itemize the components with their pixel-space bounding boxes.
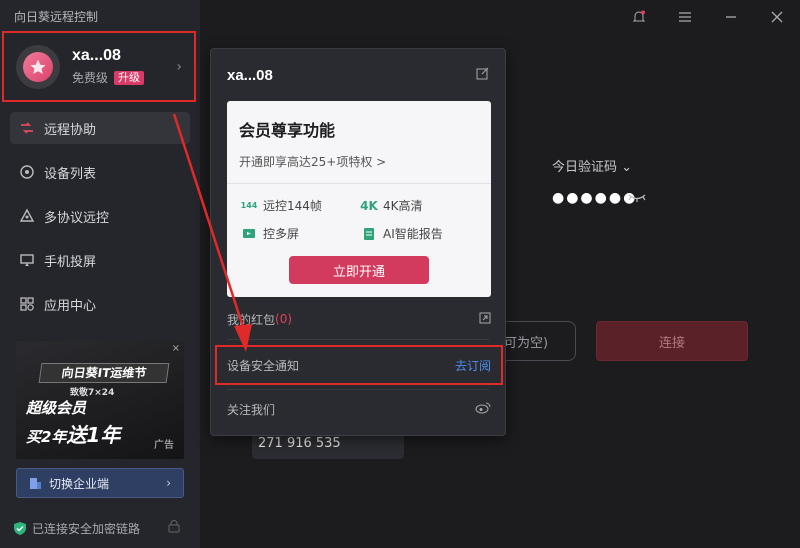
app-title: 向日葵远程控制 bbox=[14, 10, 99, 24]
report-icon bbox=[361, 227, 377, 241]
multi-screen-icon bbox=[241, 228, 257, 240]
feature-4k: 4K 4K高清 bbox=[360, 198, 423, 214]
chevron-right-icon: › bbox=[166, 476, 171, 490]
nav-label: 手机投屏 bbox=[44, 254, 97, 270]
nav-item-app-center[interactable]: 应用中心 bbox=[10, 288, 190, 320]
nav-item-remote-assist[interactable]: 远程协助 bbox=[10, 112, 190, 144]
vip-title: 会员尊享功能 bbox=[239, 121, 336, 140]
account-popup: xa...08 会员尊享功能 开通即享高达25+项特权 > 144 远控144帧… bbox=[210, 48, 506, 436]
external-link-icon bbox=[479, 312, 491, 327]
feature-fps: 144 远控144帧 bbox=[240, 199, 322, 213]
nav-label: 多协议远控 bbox=[44, 210, 110, 226]
switch-enterprise-label: 切换企业端 bbox=[49, 476, 110, 491]
avatar bbox=[16, 44, 60, 89]
app-center-icon bbox=[18, 295, 36, 313]
ad-offer: 买2年送1年 bbox=[26, 423, 121, 447]
follow-us-row[interactable]: 关注我们 bbox=[211, 389, 507, 429]
menu-icon[interactable] bbox=[676, 8, 694, 26]
profile-card[interactable]: xa...08 免费级 升级 › bbox=[2, 31, 196, 102]
ad-tag: 广告 bbox=[154, 440, 174, 451]
weibo-icon[interactable] bbox=[475, 401, 491, 417]
close-icon[interactable]: × bbox=[172, 343, 180, 354]
nav-item-screen-cast[interactable]: 手机投屏 bbox=[10, 244, 190, 276]
fps-icon: 144 bbox=[240, 200, 258, 210]
nav-item-multi-protocol[interactable]: 多协议远控 bbox=[10, 200, 190, 232]
nav-item-device-list[interactable]: 设备列表 bbox=[10, 156, 190, 188]
profile-name: xa...08 bbox=[72, 47, 121, 64]
screen-cast-icon bbox=[18, 251, 36, 269]
4k-icon: 4K bbox=[360, 198, 378, 213]
device-list-icon bbox=[18, 163, 36, 181]
nav-label: 设备列表 bbox=[44, 166, 97, 182]
chevron-right-icon: › bbox=[176, 59, 182, 75]
building-icon bbox=[30, 478, 41, 489]
star-icon bbox=[30, 59, 46, 74]
minimize-icon[interactable] bbox=[722, 8, 740, 26]
remote-assist-icon bbox=[18, 119, 36, 137]
promo-ad[interactable]: × 向日葵IT运维节 致敬7×24 超级会员 买2年送1年 广告 bbox=[16, 341, 184, 459]
secure-status: 已连接安全加密链路 bbox=[14, 520, 140, 537]
lock-icon[interactable] bbox=[168, 520, 180, 537]
vip-card: 会员尊享功能 开通即享高达25+项特权 > 144 远控144帧 4K 4K高清… bbox=[227, 101, 491, 297]
edit-icon[interactable] bbox=[476, 67, 489, 84]
chevron-down-icon: ⌄ bbox=[621, 160, 633, 175]
vip-privileges-link[interactable]: 开通即享高达25+项特权 > bbox=[239, 153, 386, 170]
multi-protocol-icon bbox=[18, 207, 36, 225]
bell-icon[interactable] bbox=[630, 8, 648, 26]
nav-label: 应用中心 bbox=[44, 298, 97, 314]
profile-tier: 免费级 bbox=[72, 71, 109, 85]
red-packet-row[interactable]: 我的红包 (0) bbox=[211, 299, 507, 339]
verify-code-dropdown[interactable]: 今日验证码 ⌄ bbox=[552, 156, 632, 175]
switch-enterprise-button[interactable]: 切换企业端 › bbox=[16, 468, 184, 498]
eye-closed-icon[interactable] bbox=[627, 192, 647, 207]
verify-code-value: ●●●●●● bbox=[552, 190, 638, 206]
ad-headline: 超级会员 bbox=[26, 399, 87, 417]
open-vip-button[interactable]: 立即开通 bbox=[289, 256, 429, 284]
close-icon[interactable] bbox=[768, 8, 786, 26]
shield-check-icon bbox=[14, 522, 26, 535]
ad-banner: 向日葵IT运维节 bbox=[38, 363, 170, 383]
nav-label: 远程协助 bbox=[44, 122, 97, 138]
connect-button[interactable]: 连接 bbox=[596, 321, 748, 361]
sidebar: 向日葵远程控制 xa...08 免费级 升级 › 远程协助 设备列表 多协议远控… bbox=[0, 0, 200, 548]
highlight-box bbox=[215, 345, 503, 385]
feature-multi-screen: 控多屏 bbox=[241, 225, 299, 242]
upgrade-badge[interactable]: 升级 bbox=[114, 70, 145, 85]
feature-ai-report: AI智能报告 bbox=[361, 225, 443, 242]
popup-username: xa...08 bbox=[227, 67, 273, 84]
